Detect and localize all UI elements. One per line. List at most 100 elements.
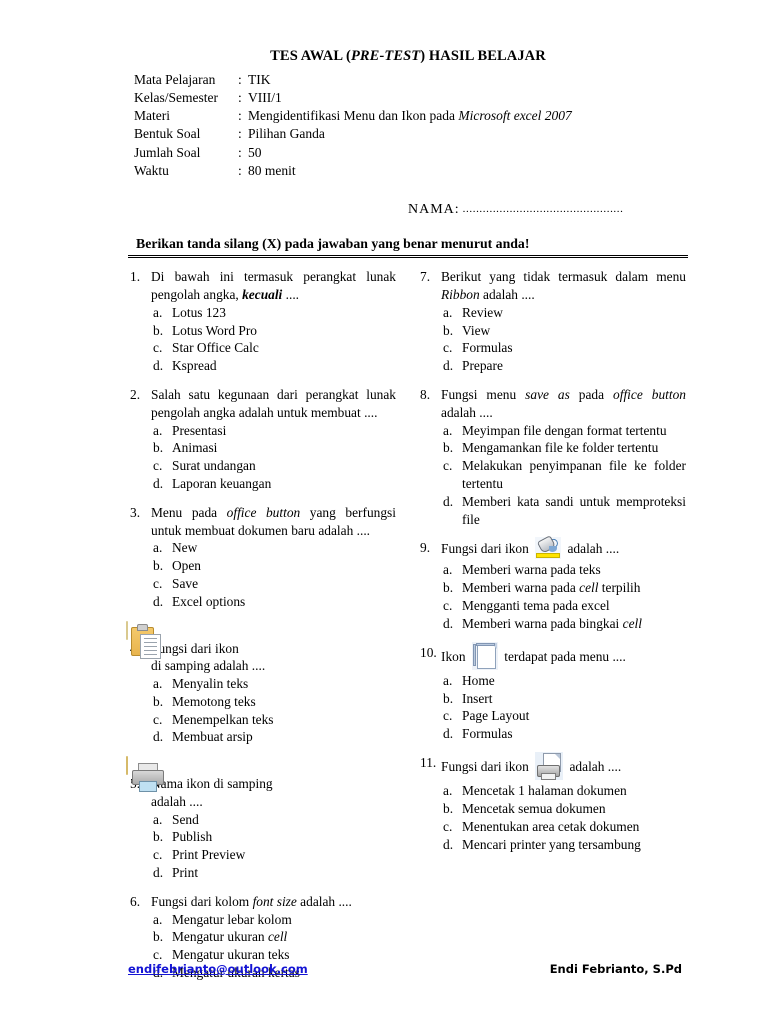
answer-option-letter: d. xyxy=(153,358,164,374)
answer-option[interactable]: b. Lotus Word Pro xyxy=(153,322,396,340)
answer-options-list: a. Memberi warna pada teks b. Memberi warna… xyxy=(418,561,686,632)
answer-option[interactable]: d. Prepare xyxy=(443,357,686,375)
answer-option[interactable]: a. New xyxy=(153,539,396,557)
clipboard-sheet xyxy=(140,633,161,659)
answer-option[interactable]: c. Formulas xyxy=(443,339,686,357)
answer-option-text: Print xyxy=(172,864,396,882)
answer-options-list: a. Mencetak 1 halaman dokumen b. Mencetak s… xyxy=(418,782,686,853)
answer-option[interactable]: a. Mengatur lebar kolom xyxy=(153,911,396,929)
answer-option[interactable]: b. Open xyxy=(153,557,396,575)
answer-option[interactable]: b. Animasi xyxy=(153,439,396,457)
answer-option-text: Formulas xyxy=(462,725,686,743)
answer-option[interactable]: c. Surat undangan xyxy=(153,457,396,475)
paste-icon xyxy=(126,620,161,659)
text-run: Salah satu kegunaan dari perangkat lunak… xyxy=(151,387,396,420)
answer-option-letter: a. xyxy=(153,304,163,320)
answer-option[interactable]: c. Mengganti tema pada excel xyxy=(443,597,686,615)
answer-option-text: New xyxy=(172,539,396,557)
answer-option-letter: c. xyxy=(443,818,453,834)
answer-option-text: Prepare xyxy=(462,357,686,375)
text-run: Mengganti tema pada excel xyxy=(462,598,610,614)
metadata-colon: : xyxy=(238,144,242,160)
text-run: Mengatur ukuran xyxy=(172,929,268,945)
answer-option[interactable]: d. Kspread xyxy=(153,357,396,375)
metadata-value-text: VIII/1 xyxy=(248,90,282,106)
answer-option-letter: a. xyxy=(153,540,163,556)
answer-option-letter: a. xyxy=(153,911,163,927)
document-metadata-table: Mata Pelajaran: TIK Kelas/Semester: VIII/1 M… xyxy=(134,71,572,180)
text-run: Publish xyxy=(172,829,213,845)
text-run: Mengatur lebar kolom xyxy=(172,911,292,927)
answer-option[interactable]: a. Presentasi xyxy=(153,422,396,440)
text-run: Excel options xyxy=(172,593,246,609)
answer-option[interactable]: c. Menentukan area cetak dokumen xyxy=(443,818,686,836)
answer-option[interactable]: b. Memberi warna pada cell terpilih xyxy=(443,579,686,597)
answer-option-letter: b. xyxy=(153,322,164,338)
metadata-value-text: 80 menit xyxy=(248,162,296,178)
answer-option-letter: a. xyxy=(443,783,453,799)
answer-option[interactable]: b. Mengamankan file ke folder tertentu xyxy=(443,439,686,457)
text-run: Presentasi xyxy=(172,422,227,438)
answer-option[interactable]: a. Home xyxy=(443,672,686,690)
blank-page-icon xyxy=(471,641,498,670)
answer-option[interactable]: b. Insert xyxy=(443,690,686,708)
page-top-bar xyxy=(475,642,495,646)
answer-option-letter: a. xyxy=(443,304,453,320)
answer-option[interactable]: c. Save xyxy=(153,575,396,593)
answer-option[interactable]: a. Review xyxy=(443,304,686,322)
text-run: Mengatur ukuran teks xyxy=(172,947,290,963)
answer-option-text: Formulas xyxy=(462,339,686,357)
answer-option[interactable]: d. Print xyxy=(153,864,396,882)
text-run: adalah .... xyxy=(296,893,352,909)
student-name-blank[interactable]: ........................................… xyxy=(463,203,693,215)
answer-option[interactable]: c. Star Office Calc xyxy=(153,339,396,357)
metadata-colon: : xyxy=(238,90,242,106)
answer-option[interactable]: a. Mencetak 1 halaman dokumen xyxy=(443,782,686,800)
student-name-row: NAMA : .................................… xyxy=(128,202,688,218)
text-run: .... xyxy=(282,287,300,303)
question-header: 5.Nama ikon di sampingadalah .... xyxy=(128,775,396,810)
answer-option[interactable]: b. Mencetak semua dokumen xyxy=(443,800,686,818)
answer-option-letter: d. xyxy=(153,729,164,745)
text-run: Kspread xyxy=(172,358,217,374)
answer-option[interactable]: c. Page Layout xyxy=(443,707,686,725)
answer-option[interactable]: c. Menempelkan teks xyxy=(153,711,396,729)
answer-option[interactable]: b. Publish xyxy=(153,828,396,846)
answer-option[interactable]: a. Meyimpan file dengan format tertentu xyxy=(443,422,686,440)
answer-option[interactable]: c. Melakukan penyimpanan file ke folder t… xyxy=(443,457,686,493)
answer-option[interactable]: a. Lotus 123 xyxy=(153,304,396,322)
answer-option[interactable]: a. Memberi warna pada teks xyxy=(443,561,686,579)
answer-option-letter: b. xyxy=(153,693,164,709)
text-run: Memberi warna pada teks xyxy=(462,562,601,578)
answer-option[interactable]: b. Memotong teks xyxy=(153,693,396,711)
question-header: 7. Berikut yang tidak termasuk dalam menu… xyxy=(418,268,686,303)
answer-option[interactable]: b. Mengatur ukuran cell xyxy=(153,928,396,946)
answer-option-text: Mencetak semua dokumen xyxy=(462,800,686,818)
question-number: 9. xyxy=(420,540,431,556)
text-run: terpilih xyxy=(598,580,641,596)
text-run: Open xyxy=(172,558,202,574)
answer-option[interactable]: d. Membuat arsip xyxy=(153,728,396,746)
question-item: 11. Fungsi dari ikon adalah .... a. Menceta… xyxy=(418,752,686,853)
answer-option[interactable]: b. View xyxy=(443,322,686,340)
question-header: 4.Fungsi dari ikondi samping adalah .... xyxy=(128,640,396,675)
answer-option[interactable]: d. Laporan keuangan xyxy=(153,475,396,493)
answer-option[interactable]: d. Memberi kata sandi untuk memproteksi f… xyxy=(443,493,686,529)
answer-option[interactable]: c. Print Preview xyxy=(153,846,396,864)
text-run: Home xyxy=(462,672,495,688)
answer-option[interactable]: d. Memberi warna pada bingkai cell xyxy=(443,615,686,633)
answer-option[interactable]: a. Menyalin teks xyxy=(153,675,396,693)
answer-option[interactable]: d. Excel options xyxy=(153,593,396,611)
footer-email-link[interactable]: endifebrianto@outlook.com xyxy=(128,962,308,976)
preview-printer-tray xyxy=(541,773,557,781)
answer-option[interactable]: a. Send xyxy=(153,811,396,829)
answer-option-text: Menempelkan teks xyxy=(172,711,396,729)
answer-option[interactable]: d. Formulas xyxy=(443,725,686,743)
text-run: Star Office Calc xyxy=(172,340,259,356)
question-item: 1. Di bawah ini termasuk perangkat lunak … xyxy=(128,268,396,375)
answer-option[interactable]: d. Mencari printer yang tersambung xyxy=(443,836,686,854)
metadata-value-text: 50 xyxy=(248,144,262,160)
metadata-value: 80 menit xyxy=(248,162,572,180)
answer-option-text: Animasi xyxy=(172,439,396,457)
exam-document-page: TES AWAL (PRE-TEST) HASIL BELAJAR Mata P… xyxy=(0,0,768,1024)
